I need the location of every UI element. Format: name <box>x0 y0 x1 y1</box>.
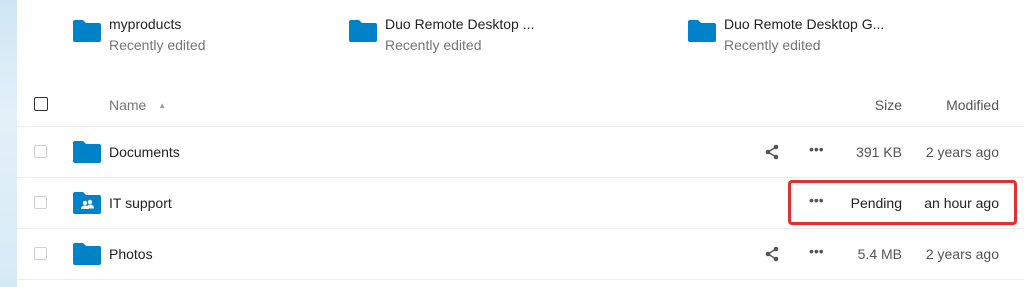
modified-column-header[interactable]: Modified <box>946 97 999 113</box>
row-checkbox[interactable] <box>34 196 47 209</box>
folder-icon <box>349 20 377 42</box>
folder-icon <box>73 141 101 163</box>
recent-item-subtitle: Recently edited <box>385 37 482 53</box>
file-name[interactable]: IT support <box>109 195 172 211</box>
name-column-header[interactable]: Name ▲ <box>109 97 166 113</box>
select-all-checkbox[interactable] <box>34 97 48 111</box>
highlight-annotation-box <box>788 180 1017 225</box>
table-row[interactable]: Photos ••• 5.4 MB 2 years ago <box>17 229 1024 280</box>
recent-item-name: Duo Remote Desktop G... <box>724 16 885 32</box>
folder-icon <box>73 243 101 265</box>
more-actions-icon[interactable]: ••• <box>809 141 824 157</box>
recent-item-subtitle: Recently edited <box>724 37 821 53</box>
shared-folder-icon <box>73 192 101 214</box>
recent-item-name: myproducts <box>109 16 182 32</box>
file-name[interactable]: Documents <box>109 144 180 160</box>
more-actions-icon[interactable]: ••• <box>809 243 824 259</box>
left-background-strip <box>0 0 17 287</box>
table-header: Name ▲ Size Modified <box>17 82 1024 127</box>
share-icon[interactable] <box>764 246 780 262</box>
size-column-header[interactable]: Size <box>875 97 902 113</box>
sort-ascending-icon: ▲ <box>158 101 167 110</box>
file-modified: 2 years ago <box>925 246 999 262</box>
file-modified: 2 years ago <box>925 144 999 160</box>
row-checkbox[interactable] <box>34 145 47 158</box>
file-size: 5.4 MB <box>857 246 902 262</box>
recent-files: myproducts Recently edited Duo Remote De… <box>17 0 1024 70</box>
recent-item-subtitle: Recently edited <box>109 37 206 53</box>
recent-item-name: Duo Remote Desktop ... <box>385 16 535 32</box>
file-size: 391 KB <box>856 144 902 160</box>
folder-icon <box>73 20 101 42</box>
share-icon[interactable] <box>764 144 780 160</box>
name-header-label: Name <box>109 97 147 113</box>
file-name[interactable]: Photos <box>109 246 153 262</box>
folder-icon <box>688 20 716 42</box>
table-row[interactable]: Documents ••• 391 KB 2 years ago <box>17 127 1024 178</box>
row-checkbox[interactable] <box>34 247 47 260</box>
